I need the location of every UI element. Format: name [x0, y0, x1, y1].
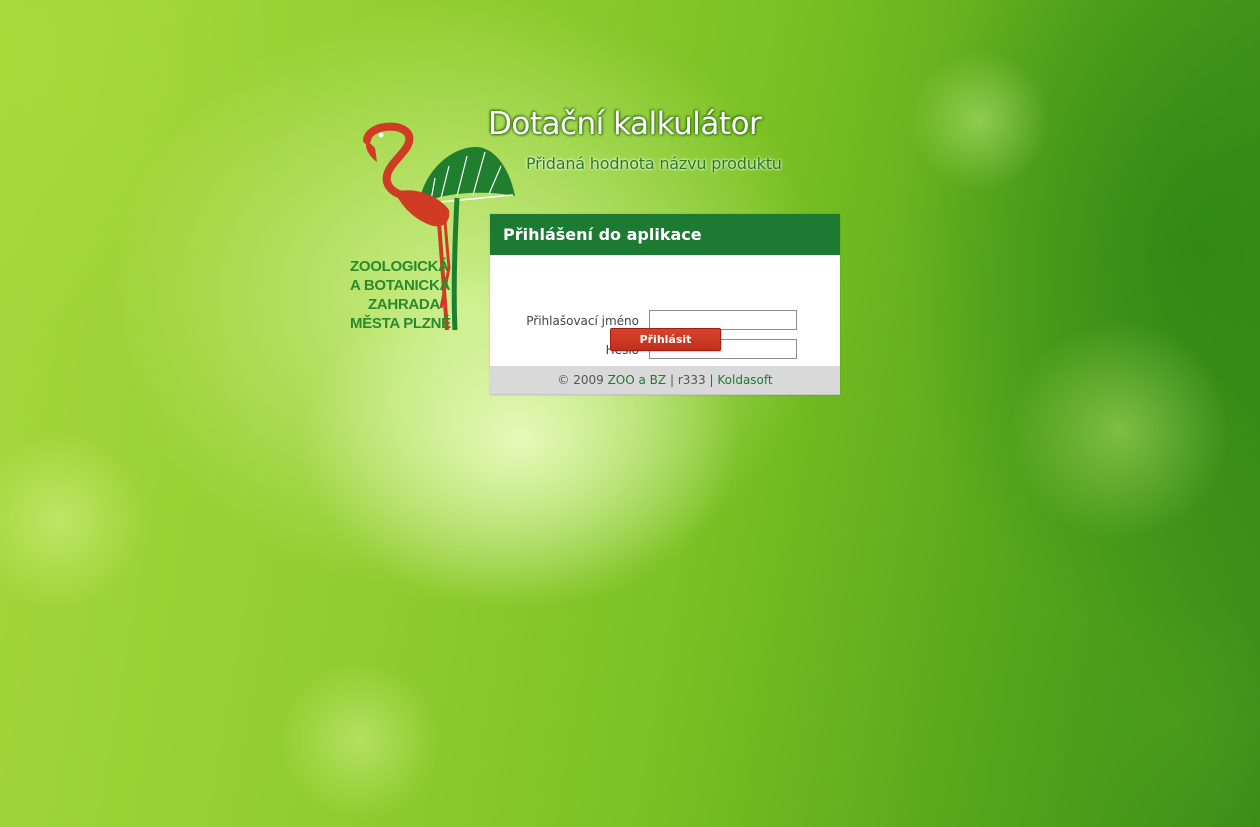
app-subtitle: Přidaná hodnota názvu produktu	[526, 154, 782, 173]
logo-line-1: ZOOLOGICKÁ	[350, 258, 449, 275]
login-title: Přihlášení do aplikace	[490, 214, 840, 255]
footer-separator: |	[669, 373, 674, 387]
revision-text: r333	[677, 373, 706, 387]
footer-separator: |	[709, 373, 714, 387]
app-title: Dotační kalkulátor	[488, 106, 762, 142]
koldasoft-link[interactable]: Koldasoft	[717, 373, 772, 387]
logo-line-4: MĚSTA PLZNĚ	[350, 315, 451, 332]
copyright-text: © 2009	[557, 373, 604, 387]
login-form: Přihlašovací jméno Heslo Přihlásit	[490, 255, 840, 366]
zoo-link[interactable]: ZOO a BZ	[608, 373, 667, 387]
login-footer: © 2009 ZOO a BZ | r333 | Koldasoft	[490, 366, 840, 395]
login-panel: Přihlášení do aplikace Přihlašovací jmén…	[490, 214, 840, 395]
logo-line-2: A BOTANICKÁ	[350, 277, 451, 294]
logo-text: ZOOLOGICKÁ A BOTANICKÁ ZAHRADA MĚSTA PLZ…	[350, 257, 451, 333]
username-input[interactable]	[649, 310, 797, 330]
login-button[interactable]: Přihlásit	[610, 328, 721, 351]
logo-line-3: ZAHRADA	[367, 296, 440, 313]
username-label: Přihlašovací jméno	[526, 314, 639, 328]
